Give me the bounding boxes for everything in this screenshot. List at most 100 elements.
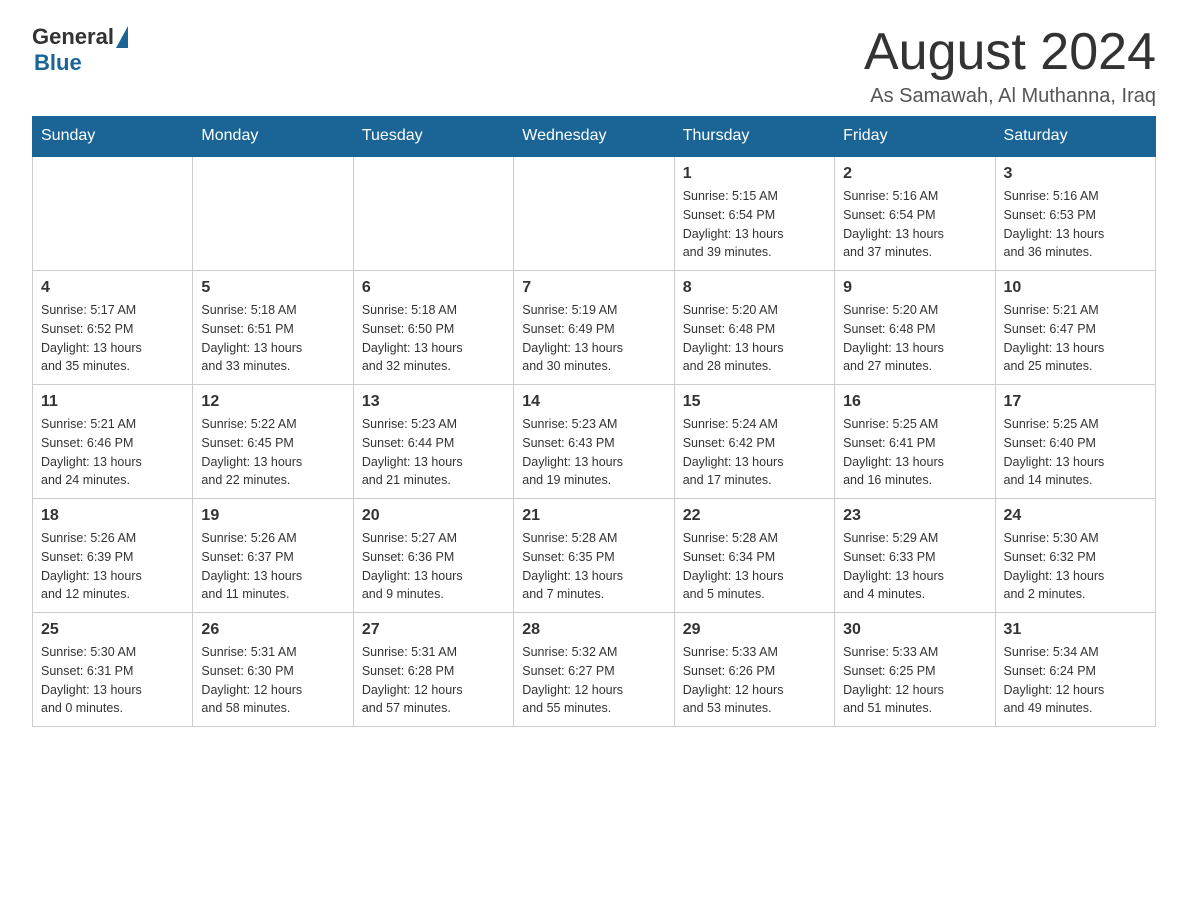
- day-number: 3: [1004, 165, 1147, 183]
- day-number: 10: [1004, 279, 1147, 297]
- calendar-cell: 20 Sunrise: 5:27 AM Sunset: 6:36 PM Dayli…: [353, 499, 513, 613]
- day-info: Sunrise: 5:18 AM Sunset: 6:50 PM Dayligh…: [362, 301, 505, 376]
- calendar-cell: 21Sunrise: 5:28 AM Sunset: 6:35 PM Dayli…: [514, 499, 674, 613]
- day-info: Sunrise: 5:33 AM Sunset: 6:25 PM Dayligh…: [843, 643, 986, 718]
- calendar-week-5: 25Sunrise: 5:30 AM Sunset: 6:31 PM Dayli…: [33, 613, 1156, 727]
- day-number: 1: [683, 165, 826, 183]
- calendar-cell: 18 Sunrise: 5:26 AM Sunset: 6:39 PM Dayli…: [33, 499, 193, 613]
- day-info: Sunrise: 5:31 AM Sunset: 6:28 PM Dayligh…: [362, 643, 505, 718]
- calendar-week-1: 1 Sunrise: 5:15 AM Sunset: 6:54 PM Daylig…: [33, 156, 1156, 271]
- calendar-week-3: 11Sunrise: 5:21 AM Sunset: 6:46 PM Dayli…: [33, 385, 1156, 499]
- day-number: 14: [522, 393, 665, 411]
- logo-triangle-icon: [116, 26, 128, 48]
- calendar-cell: 29 Sunrise: 5:33 AM Sunset: 6:26 PM Dayli…: [674, 613, 834, 727]
- calendar-body: 1 Sunrise: 5:15 AM Sunset: 6:54 PM Daylig…: [33, 156, 1156, 727]
- calendar-cell: 16Sunrise: 5:25 AM Sunset: 6:41 PM Dayli…: [835, 385, 995, 499]
- day-info: Sunrise: 5:21 AM Sunset: 6:47 PM Dayligh…: [1004, 301, 1147, 376]
- day-number: 26: [201, 621, 344, 639]
- weekday-header-monday: Monday: [193, 117, 353, 157]
- calendar-cell: 9 Sunrise: 5:20 AM Sunset: 6:48 PM Daylig…: [835, 271, 995, 385]
- day-number: 19: [201, 507, 344, 525]
- day-number: 20: [362, 507, 505, 525]
- day-info: Sunrise: 5:22 AM Sunset: 6:45 PM Dayligh…: [201, 415, 344, 490]
- month-title: August 2024: [864, 24, 1156, 81]
- day-number: 16: [843, 393, 986, 411]
- page-header: General Blue August 2024 As Samawah, Al …: [32, 24, 1156, 108]
- calendar-week-2: 4 Sunrise: 5:17 AM Sunset: 6:52 PM Daylig…: [33, 271, 1156, 385]
- weekday-header-saturday: Saturday: [995, 117, 1155, 157]
- calendar-cell: 5 Sunrise: 5:18 AM Sunset: 6:51 PM Daylig…: [193, 271, 353, 385]
- day-number: 18: [41, 507, 184, 525]
- day-info: Sunrise: 5:27 AM Sunset: 6:36 PM Dayligh…: [362, 529, 505, 604]
- calendar-cell: 4 Sunrise: 5:17 AM Sunset: 6:52 PM Daylig…: [33, 271, 193, 385]
- day-info: Sunrise: 5:23 AM Sunset: 6:44 PM Dayligh…: [362, 415, 505, 490]
- calendar-cell: 6 Sunrise: 5:18 AM Sunset: 6:50 PM Daylig…: [353, 271, 513, 385]
- day-number: 9: [843, 279, 986, 297]
- calendar-cell: [353, 156, 513, 271]
- day-info: Sunrise: 5:20 AM Sunset: 6:48 PM Dayligh…: [843, 301, 986, 376]
- day-info: Sunrise: 5:16 AM Sunset: 6:54 PM Dayligh…: [843, 187, 986, 262]
- location-title: As Samawah, Al Muthanna, Iraq: [864, 85, 1156, 108]
- day-info: Sunrise: 5:34 AM Sunset: 6:24 PM Dayligh…: [1004, 643, 1147, 718]
- day-info: Sunrise: 5:28 AM Sunset: 6:34 PM Dayligh…: [683, 529, 826, 604]
- calendar-table: SundayMondayTuesdayWednesdayThursdayFrid…: [32, 116, 1156, 727]
- calendar-cell: 13 Sunrise: 5:23 AM Sunset: 6:44 PM Dayli…: [353, 385, 513, 499]
- calendar-cell: 15 Sunrise: 5:24 AM Sunset: 6:42 PM Dayli…: [674, 385, 834, 499]
- day-number: 4: [41, 279, 184, 297]
- calendar-cell: 14 Sunrise: 5:23 AM Sunset: 6:43 PM Dayli…: [514, 385, 674, 499]
- calendar-cell: 30 Sunrise: 5:33 AM Sunset: 6:25 PM Dayli…: [835, 613, 995, 727]
- calendar-cell: 24Sunrise: 5:30 AM Sunset: 6:32 PM Dayli…: [995, 499, 1155, 613]
- calendar-cell: 8Sunrise: 5:20 AM Sunset: 6:48 PM Daylig…: [674, 271, 834, 385]
- calendar-week-4: 18 Sunrise: 5:26 AM Sunset: 6:39 PM Dayli…: [33, 499, 1156, 613]
- day-info: Sunrise: 5:18 AM Sunset: 6:51 PM Dayligh…: [201, 301, 344, 376]
- calendar-cell: [33, 156, 193, 271]
- calendar-header: SundayMondayTuesdayWednesdayThursdayFrid…: [33, 117, 1156, 157]
- calendar-cell: 2 Sunrise: 5:16 AM Sunset: 6:54 PM Daylig…: [835, 156, 995, 271]
- day-number: 7: [522, 279, 665, 297]
- day-info: Sunrise: 5:15 AM Sunset: 6:54 PM Dayligh…: [683, 187, 826, 262]
- day-info: Sunrise: 5:26 AM Sunset: 6:39 PM Dayligh…: [41, 529, 184, 604]
- weekday-header-wednesday: Wednesday: [514, 117, 674, 157]
- calendar-cell: [514, 156, 674, 271]
- day-info: Sunrise: 5:20 AM Sunset: 6:48 PM Dayligh…: [683, 301, 826, 376]
- calendar-cell: 31 Sunrise: 5:34 AM Sunset: 6:24 PM Dayli…: [995, 613, 1155, 727]
- day-info: Sunrise: 5:19 AM Sunset: 6:49 PM Dayligh…: [522, 301, 665, 376]
- day-number: 27: [362, 621, 505, 639]
- calendar-cell: 1 Sunrise: 5:15 AM Sunset: 6:54 PM Daylig…: [674, 156, 834, 271]
- day-number: 23: [843, 507, 986, 525]
- day-number: 28: [522, 621, 665, 639]
- calendar-cell: 28Sunrise: 5:32 AM Sunset: 6:27 PM Dayli…: [514, 613, 674, 727]
- day-info: Sunrise: 5:33 AM Sunset: 6:26 PM Dayligh…: [683, 643, 826, 718]
- calendar-cell: 23 Sunrise: 5:29 AM Sunset: 6:33 PM Dayli…: [835, 499, 995, 613]
- calendar-cell: 10 Sunrise: 5:21 AM Sunset: 6:47 PM Dayli…: [995, 271, 1155, 385]
- day-info: Sunrise: 5:30 AM Sunset: 6:32 PM Dayligh…: [1004, 529, 1147, 604]
- day-info: Sunrise: 5:21 AM Sunset: 6:46 PM Dayligh…: [41, 415, 184, 490]
- calendar-cell: 11Sunrise: 5:21 AM Sunset: 6:46 PM Dayli…: [33, 385, 193, 499]
- day-number: 31: [1004, 621, 1147, 639]
- calendar-cell: 26Sunrise: 5:31 AM Sunset: 6:30 PM Dayli…: [193, 613, 353, 727]
- day-info: Sunrise: 5:29 AM Sunset: 6:33 PM Dayligh…: [843, 529, 986, 604]
- day-number: 13: [362, 393, 505, 411]
- day-number: 29: [683, 621, 826, 639]
- day-number: 5: [201, 279, 344, 297]
- logo-general-text: General: [32, 24, 114, 50]
- weekday-header-tuesday: Tuesday: [353, 117, 513, 157]
- day-info: Sunrise: 5:17 AM Sunset: 6:52 PM Dayligh…: [41, 301, 184, 376]
- calendar-cell: [193, 156, 353, 271]
- day-number: 21: [522, 507, 665, 525]
- logo: General Blue: [32, 24, 128, 76]
- calendar-cell: 22Sunrise: 5:28 AM Sunset: 6:34 PM Dayli…: [674, 499, 834, 613]
- day-number: 12: [201, 393, 344, 411]
- day-number: 6: [362, 279, 505, 297]
- day-info: Sunrise: 5:23 AM Sunset: 6:43 PM Dayligh…: [522, 415, 665, 490]
- day-number: 30: [843, 621, 986, 639]
- weekday-header-thursday: Thursday: [674, 117, 834, 157]
- day-info: Sunrise: 5:26 AM Sunset: 6:37 PM Dayligh…: [201, 529, 344, 604]
- day-number: 15: [683, 393, 826, 411]
- calendar-cell: 12 Sunrise: 5:22 AM Sunset: 6:45 PM Dayli…: [193, 385, 353, 499]
- day-info: Sunrise: 5:30 AM Sunset: 6:31 PM Dayligh…: [41, 643, 184, 718]
- day-info: Sunrise: 5:24 AM Sunset: 6:42 PM Dayligh…: [683, 415, 826, 490]
- day-number: 2: [843, 165, 986, 183]
- title-area: August 2024 As Samawah, Al Muthanna, Ira…: [864, 24, 1156, 108]
- weekday-header-friday: Friday: [835, 117, 995, 157]
